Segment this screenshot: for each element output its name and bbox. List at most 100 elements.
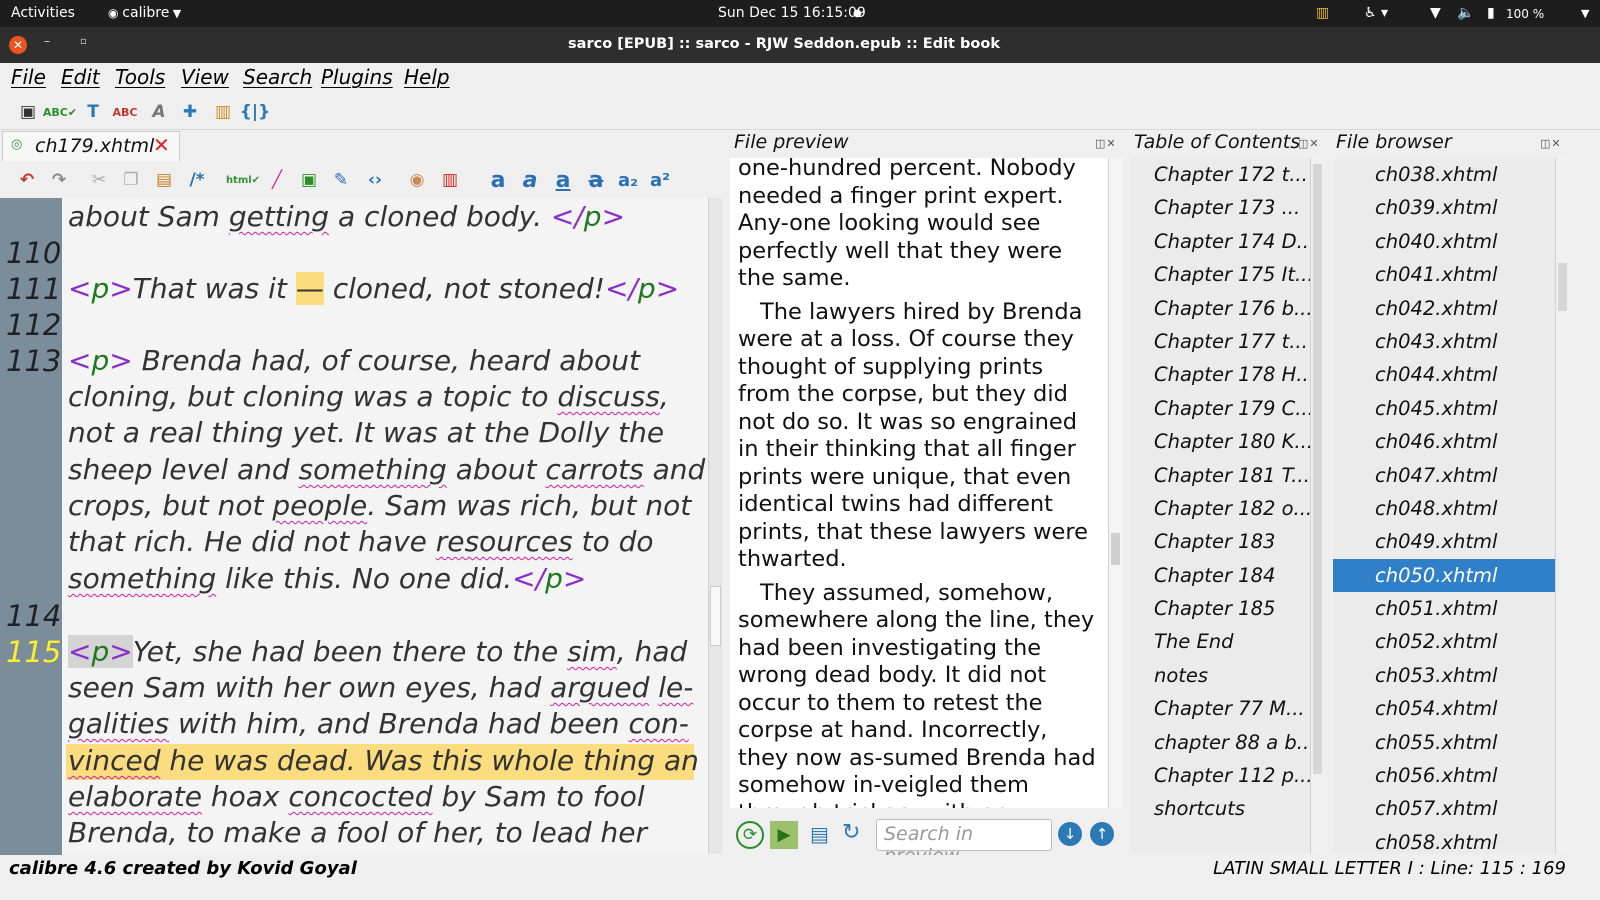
auto-refresh-icon[interactable]: ⟳ <box>736 821 764 849</box>
menu-tools[interactable]: Tools <box>115 65 165 89</box>
preview-scroll-thumb[interactable] <box>1111 533 1120 565</box>
file-item[interactable]: ch041.xhtml <box>1333 258 1555 291</box>
redo-icon[interactable]: ↷ <box>46 167 72 193</box>
file-item[interactable]: ch038.xhtml <box>1333 158 1555 191</box>
file-preview-pane[interactable]: one-hundred percent. Nobody needed a fin… <box>730 158 1110 808</box>
file-item[interactable]: ch042.xhtml <box>1333 292 1555 325</box>
editor-scroll-thumb[interactable] <box>710 586 721 646</box>
toc-item[interactable]: Chapter 174 D... <box>1130 225 1310 258</box>
braces-icon[interactable]: {|} <box>240 99 270 125</box>
panel-float-close-icon[interactable]: ◫✕ <box>1540 137 1562 150</box>
menu-file[interactable]: File <box>11 65 46 89</box>
preview-scrollbar[interactable] <box>1108 158 1122 808</box>
spell-replace-icon[interactable]: ABC <box>112 99 138 125</box>
toc-item[interactable]: Chapter 77 M... <box>1130 692 1310 725</box>
toc-scrollbar[interactable] <box>1310 158 1324 854</box>
toc-item[interactable]: Chapter 181 T... <box>1130 459 1310 492</box>
calibre-tray-icon[interactable]: ▥ <box>1316 5 1329 21</box>
subscript-icon[interactable]: a₂ <box>615 167 641 193</box>
panel-float-close-icon[interactable]: ◫✕ <box>1095 137 1117 150</box>
panel-float-close-icon[interactable]: ◫✕ <box>1298 137 1320 150</box>
underline-icon[interactable]: a <box>550 167 576 193</box>
toc-item[interactable]: Chapter 179 C... <box>1130 392 1310 425</box>
reports-icon[interactable]: ▥ <box>210 99 236 125</box>
insert-link-icon[interactable]: ✎ <box>328 167 354 193</box>
menu-plugins[interactable]: Plugins <box>321 65 393 89</box>
spellcheck-icon[interactable]: ABC✔ <box>43 99 77 125</box>
file-item[interactable]: ch047.xhtml <box>1333 459 1555 492</box>
toc-item[interactable]: Chapter 177 t... <box>1130 325 1310 358</box>
toc-item[interactable]: shortcuts <box>1130 792 1310 825</box>
plugin-icon[interactable]: ✚ <box>177 99 203 125</box>
undo-icon[interactable]: ↶ <box>14 167 40 193</box>
volume-icon[interactable]: 🔈 <box>1457 5 1474 21</box>
toc-item[interactable]: notes <box>1130 659 1310 692</box>
file-item[interactable]: ch053.xhtml <box>1333 659 1555 692</box>
pencil-icon[interactable]: ╱ <box>264 167 290 193</box>
toc-item[interactable]: Chapter 173 ... <box>1130 191 1310 224</box>
editor-scrollbar[interactable] <box>708 198 722 854</box>
strikethrough-icon[interactable]: a <box>583 167 609 193</box>
editor-tab[interactable]: ◎ ch179.xhtml ✕ <box>2 131 180 161</box>
play-icon[interactable]: ▶ <box>770 821 798 849</box>
toc-item[interactable]: Chapter 172 t... <box>1130 158 1310 191</box>
file-item[interactable]: ch044.xhtml <box>1333 358 1555 391</box>
menu-edit[interactable]: Edit <box>61 65 100 89</box>
clock[interactable]: Sun Dec 15 16:15:09 <box>718 5 866 21</box>
menu-view[interactable]: View <box>181 65 229 89</box>
toc-item[interactable]: Chapter 175 It... <box>1130 258 1310 291</box>
code-tag-icon[interactable]: ‹› <box>362 167 388 193</box>
file-item[interactable]: ch048.xhtml <box>1333 492 1555 525</box>
delete-icon[interactable]: ▥ <box>437 167 463 193</box>
file-browser-scroll-thumb[interactable] <box>1558 263 1567 311</box>
app-menu[interactable]: ◉ calibre ▼ <box>108 5 181 21</box>
table-of-contents-list[interactable]: Chapter 172 t... Chapter 173 ... Chapter 1… <box>1130 158 1310 854</box>
file-browser-scrollbar[interactable] <box>1555 158 1569 854</box>
network-icon[interactable]: ▼ <box>1430 5 1441 21</box>
file-item[interactable]: ch051.xhtml <box>1333 592 1555 625</box>
search-previous-icon[interactable]: ↑ <box>1090 822 1114 846</box>
html-check-icon[interactable]: html✔ <box>226 167 260 193</box>
toc-item[interactable]: Chapter 180 K... <box>1130 425 1310 458</box>
file-item[interactable]: ch039.xhtml <box>1333 191 1555 224</box>
file-item[interactable]: ch056.xhtml <box>1333 759 1555 792</box>
file-item[interactable]: ch054.xhtml <box>1333 692 1555 725</box>
file-item[interactable]: ch049.xhtml <box>1333 525 1555 558</box>
sync-preview-icon[interactable]: ▤ <box>810 822 829 846</box>
file-item[interactable]: ch058.xhtml <box>1333 826 1555 854</box>
insert-file-icon[interactable]: ▣ <box>296 167 322 193</box>
file-item[interactable]: ch040.xhtml <box>1333 225 1555 258</box>
file-item[interactable]: ch050.xhtml <box>1333 558 1555 593</box>
color-picker-icon[interactable]: ◉ <box>404 167 430 193</box>
activities-button[interactable]: Activities <box>11 5 75 21</box>
toc-item[interactable]: Chapter 185 <box>1130 592 1310 625</box>
close-tab-icon[interactable]: ✕ <box>153 133 170 157</box>
comment-icon[interactable]: /* <box>184 167 210 193</box>
file-item[interactable]: ch052.xhtml <box>1333 625 1555 658</box>
font-icon[interactable]: A <box>146 99 172 125</box>
toc-scroll-thumb[interactable] <box>1313 164 1322 774</box>
file-item[interactable]: ch057.xhtml <box>1333 792 1555 825</box>
system-menu-chevron-icon[interactable]: ▼ <box>1581 7 1589 20</box>
toc-item[interactable]: Chapter 178 H... <box>1130 358 1310 391</box>
code-editor[interactable]: 110 111 112 113 114 115 about Sam gettin… <box>0 198 722 870</box>
toc-item[interactable]: Chapter 176 b... <box>1130 292 1310 325</box>
cut-icon[interactable]: ✂ <box>86 167 112 193</box>
file-item[interactable]: ch045.xhtml <box>1333 392 1555 425</box>
refresh-icon[interactable]: ↻ <box>842 820 860 845</box>
text-format-icon[interactable]: T <box>80 99 106 125</box>
copy-icon[interactable]: ❐ <box>118 167 144 193</box>
toc-item[interactable]: Chapter 183 <box>1130 525 1310 558</box>
toc-item[interactable]: Chapter 112 p... <box>1130 759 1310 792</box>
menu-search[interactable]: Search <box>243 65 312 89</box>
toc-item[interactable]: Chapter 182 o... <box>1130 492 1310 525</box>
toc-item[interactable]: Chapter 184 <box>1130 559 1310 592</box>
cpu-check-icon[interactable]: ▣ <box>15 99 41 125</box>
file-item[interactable]: ch046.xhtml <box>1333 425 1555 458</box>
paste-icon[interactable]: ▤ <box>151 167 177 193</box>
battery-icon[interactable]: ▮ <box>1487 5 1495 21</box>
file-item[interactable]: ch055.xhtml <box>1333 726 1555 759</box>
toc-item[interactable]: The End <box>1130 625 1310 658</box>
bold-icon[interactable]: a <box>485 167 511 193</box>
toc-item[interactable]: chapter 88 a b... <box>1130 726 1310 759</box>
